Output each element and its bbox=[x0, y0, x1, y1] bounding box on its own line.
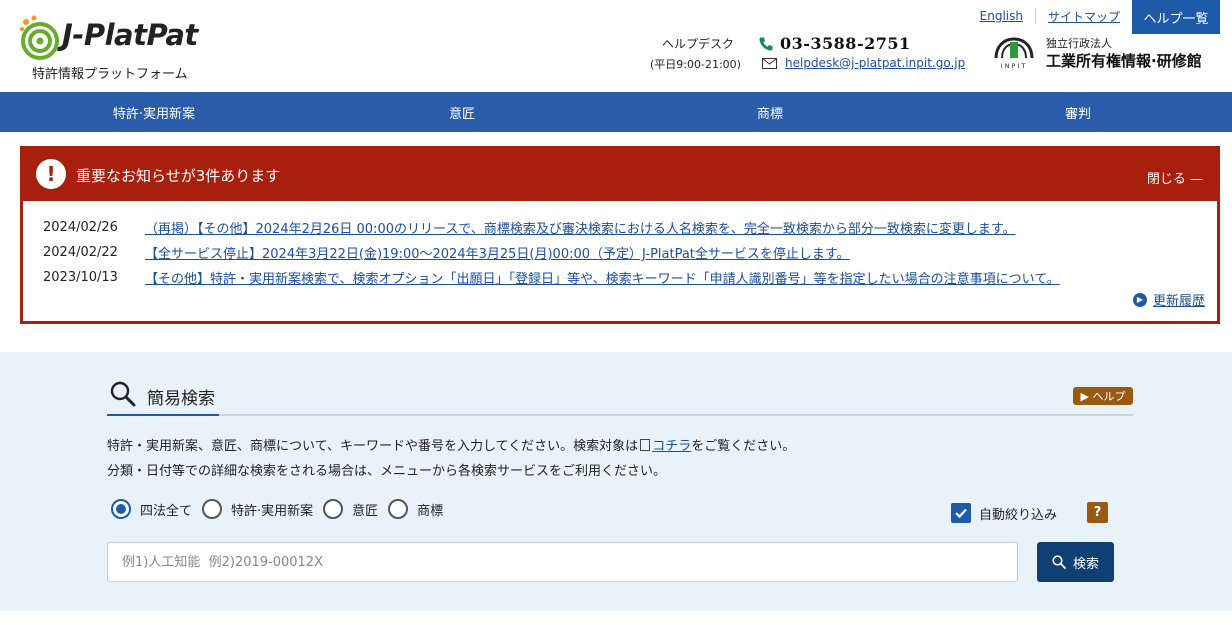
news-link[interactable]: （再掲）【その他】2024年2月26日 00:00のリリースで、商標検索及び審決… bbox=[145, 218, 1016, 237]
helpdesk-mail: helpdesk@j-platpat.inpit.go.jp bbox=[762, 56, 965, 70]
nav-trademark[interactable]: 商標 bbox=[616, 92, 924, 132]
search-scope-radios: 四法全て 特許·実用新案 意匠 商標 bbox=[111, 499, 453, 519]
search-button-label: 検索 bbox=[1072, 556, 1099, 572]
search-input[interactable] bbox=[107, 542, 1018, 582]
inpit-mark-icon: INPIT bbox=[994, 37, 1034, 70]
list-item: 2023/10/13 【その他】特許・実用新案検索で、検索オプション「出願日」「… bbox=[43, 265, 1203, 290]
checkmark-icon bbox=[955, 508, 967, 519]
search-description-1: 特許・実用新案、意匠、商標について、キーワードや番号を入力してください。検索対象… bbox=[107, 435, 795, 454]
mail-icon bbox=[762, 57, 777, 69]
auto-narrow-checkbox[interactable] bbox=[951, 503, 971, 523]
logo-swirl-icon bbox=[19, 15, 59, 60]
news-link[interactable]: 【その他】特許・実用新案検索で、検索オプション「出願日」「登録日」等や、検索キー… bbox=[145, 268, 1060, 287]
notice-header: ! 重要なお知らせが3件あります 閉じる — bbox=[23, 149, 1217, 201]
radio-label: 商標 bbox=[417, 503, 444, 519]
news-list: 2024/02/26 （再掲）【その他】2024年2月26日 00:00のリリー… bbox=[43, 215, 1203, 290]
main-nav: 特許·実用新案 意匠 商標 審判 bbox=[0, 92, 1232, 132]
radio-label: 四法全て bbox=[140, 503, 193, 519]
desc-text: 特許・実用新案、意匠、商標について、キーワードや番号を入力してください。検索対象… bbox=[107, 439, 639, 454]
question-help-icon[interactable]: ? bbox=[1087, 502, 1108, 523]
helpdesk-label: ヘルプデスク bbox=[662, 37, 735, 51]
auto-narrow-toggle[interactable]: 自動絞り込み bbox=[951, 503, 1057, 523]
radio-button[interactable] bbox=[202, 499, 223, 519]
update-history[interactable]: ▶ 更新履歴 bbox=[1132, 290, 1205, 309]
exclamation-icon: ! bbox=[36, 159, 66, 189]
jplatpat-logo[interactable]: J-PlatPat 特許情報プラットフォーム bbox=[18, 12, 218, 82]
inpit-logo[interactable]: INPIT 独立行政法人 工業所有権情報·研修館 bbox=[990, 34, 1225, 74]
radio-all-four[interactable]: 四法全て bbox=[111, 499, 192, 519]
auto-narrow-label: 自動絞り込み bbox=[979, 507, 1058, 523]
helpdesk-hours: (平日9:00-21:00) bbox=[650, 58, 741, 71]
phone-icon bbox=[759, 37, 773, 50]
play-icon: ▶ bbox=[1080, 389, 1093, 403]
list-item: 2024/02/22 【全サービス停止】2024年3月22日(金)19:00～2… bbox=[43, 240, 1203, 265]
update-history-link[interactable]: 更新履歴 bbox=[1153, 290, 1205, 309]
english-link[interactable]: English bbox=[968, 9, 1035, 23]
play-circle-icon: ▶ bbox=[1132, 292, 1147, 307]
news-date: 2024/02/22 bbox=[43, 245, 118, 260]
notice-title: 重要なお知らせが3件あります bbox=[76, 167, 281, 185]
search-icon bbox=[1052, 555, 1066, 569]
search-description-2: 分類・日付等での詳細な検索をされる場合は、メニューから各検索サービスをご利用くだ… bbox=[107, 464, 667, 479]
top-links: English サイトマップ bbox=[968, 6, 1132, 26]
org-type-label: 独立行政法人 bbox=[1046, 37, 1112, 50]
news-date: 2024/02/26 bbox=[43, 220, 118, 235]
email-link[interactable]: helpdesk@j-platpat.inpit.go.jp bbox=[785, 56, 965, 70]
help-label: ヘルプ bbox=[1092, 390, 1126, 403]
radio-label: 意匠 bbox=[352, 503, 379, 519]
nav-patent[interactable]: 特許·実用新案 bbox=[0, 92, 308, 132]
radio-button-selected[interactable] bbox=[111, 499, 131, 519]
sitemap-link[interactable]: サイトマップ bbox=[1036, 8, 1132, 25]
search-help-button[interactable]: ▶ ヘルプ bbox=[1073, 387, 1133, 405]
radio-trademark[interactable]: 商標 bbox=[388, 499, 443, 519]
notice-close-button[interactable]: 閉じる — bbox=[1147, 168, 1203, 187]
news-link[interactable]: 【全サービス停止】2024年3月22日(金)19:00～2024年3月25日(月… bbox=[145, 243, 850, 262]
nav-trial[interactable]: 審判 bbox=[924, 92, 1232, 132]
news-date: 2023/10/13 bbox=[43, 270, 118, 285]
help-list-button[interactable]: ヘルプ一覧 bbox=[1132, 0, 1220, 34]
search-target-link[interactable]: コチラ bbox=[652, 439, 691, 454]
simple-search-section: 簡易検索 ▶ ヘルプ 特許・実用新案、意匠、商標について、キーワードや番号を入力… bbox=[0, 352, 1232, 611]
site-header: J-PlatPat 特許情報プラットフォーム English サイトマップ ヘル… bbox=[0, 0, 1232, 92]
org-name: 工業所有権情報·研修館 bbox=[1046, 52, 1202, 70]
important-notice-panel: ! 重要なお知らせが3件あります 閉じる — 2024/02/26 （再掲）【そ… bbox=[20, 146, 1220, 324]
inpit-mark-text: INPIT bbox=[1001, 62, 1028, 70]
desc-text: をご覧ください。 bbox=[691, 439, 796, 454]
document-icon bbox=[640, 439, 651, 451]
radio-button[interactable] bbox=[323, 499, 344, 519]
radio-label: 特許·実用新案 bbox=[231, 503, 314, 519]
nav-design[interactable]: 意匠 bbox=[308, 92, 616, 132]
search-title-row: 簡易検索 ▶ ヘルプ bbox=[107, 376, 1133, 416]
search-icon bbox=[110, 381, 136, 407]
list-item: 2024/02/26 （再掲）【その他】2024年2月26日 00:00のリリー… bbox=[43, 215, 1203, 240]
helpdesk-phone: 03-3588-2751 bbox=[758, 34, 911, 53]
radio-button[interactable] bbox=[388, 499, 409, 519]
radio-design[interactable]: 意匠 bbox=[323, 499, 378, 519]
logo-text: J-PlatPat bbox=[62, 18, 198, 52]
phone-number: 03-3588-2751 bbox=[780, 34, 911, 53]
search-button[interactable]: 検索 bbox=[1037, 542, 1114, 582]
logo-subtitle: 特許情報プラットフォーム bbox=[32, 67, 188, 82]
radio-patent[interactable]: 特許·実用新案 bbox=[202, 499, 313, 519]
search-title: 簡易検索 bbox=[147, 389, 215, 409]
